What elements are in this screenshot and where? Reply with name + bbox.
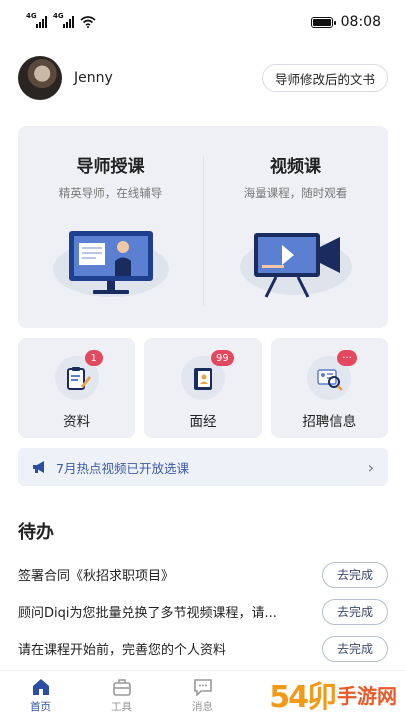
site-watermark: 54卯 手游网 bbox=[237, 672, 397, 716]
todo-text: 签署合同《秋招求职项目》 bbox=[18, 569, 175, 584]
message-icon bbox=[193, 678, 212, 696]
list-item[interactable]: 签署合同《秋招求职项目》 去完成 bbox=[18, 556, 388, 593]
toolbox-icon bbox=[112, 678, 131, 696]
network-type-label: 4G bbox=[26, 12, 37, 20]
list-item[interactable]: 顾问Diqi为您批量兑换了多节视频课程，请... 去完成 bbox=[18, 593, 388, 630]
materials-badge: 1 bbox=[84, 350, 103, 366]
clipboard-pencil-icon: 1 bbox=[54, 350, 103, 400]
tab-home[interactable]: 首页 bbox=[0, 671, 81, 720]
complete-button[interactable]: 去完成 bbox=[322, 561, 388, 588]
tab-messages[interactable]: 消息 bbox=[162, 671, 243, 720]
tab-tools[interactable]: 工具 bbox=[81, 671, 162, 720]
video-camera-illustration bbox=[239, 233, 352, 298]
todo-text: 顾问Diqi为您批量兑换了多节视频课程，请... bbox=[18, 606, 277, 621]
job-postings-card[interactable]: ··· 招聘信息 bbox=[270, 338, 388, 438]
mentor-course-subtitle: 精英导师，在线辅导 bbox=[58, 186, 163, 200]
todo-text: 请在课程开始前，完善您的个人资料 bbox=[18, 643, 227, 658]
video-course-entry[interactable]: 视频课 海量课程，随时观看 bbox=[203, 126, 388, 328]
revised-documents-button[interactable]: 导师修改后的文书 bbox=[261, 64, 388, 92]
tab-messages-label: 消息 bbox=[192, 700, 213, 713]
announcement-bar[interactable]: 7月热点视频已开放选课 › bbox=[18, 448, 388, 486]
interview-experience-card[interactable]: 99 面经 bbox=[144, 338, 262, 438]
battery-icon bbox=[310, 16, 336, 28]
mentor-monitor-illustration bbox=[52, 231, 169, 297]
clock: 08:08 bbox=[340, 14, 381, 30]
home-icon bbox=[32, 678, 49, 695]
materials-card[interactable]: 1 资料 bbox=[18, 338, 136, 438]
wifi-icon bbox=[80, 16, 96, 28]
feature-cards: 1 资料 99 面经 ··· 招聘信息 bbox=[18, 338, 388, 438]
materials-label: 资料 bbox=[63, 414, 91, 430]
resume-search-icon: ··· bbox=[307, 350, 357, 400]
tab-home-label: 首页 bbox=[30, 700, 51, 713]
announcement-text: 7月热点视频已开放选课 bbox=[56, 460, 189, 476]
tab-tools-label: 工具 bbox=[111, 700, 132, 713]
hero-panel: 导师授课 精英导师，在线辅导 视频课 海量课程，随时观看 bbox=[18, 126, 388, 328]
complete-button[interactable]: 去完成 bbox=[322, 635, 388, 662]
username: Jenny bbox=[74, 70, 113, 86]
status-bar: 4G 4G 08:08 bbox=[0, 0, 405, 44]
watermark-logo-text: 54卯 bbox=[269, 680, 337, 715]
signal-icon: 4G bbox=[26, 12, 47, 28]
job-postings-label: 招聘信息 bbox=[302, 414, 357, 430]
signal-icon: 4G bbox=[53, 12, 74, 28]
job-postings-badge: ··· bbox=[337, 350, 357, 366]
watermark-site-name: 手游网 bbox=[337, 683, 397, 708]
network-type-label: 4G bbox=[53, 12, 64, 20]
signal-indicators: 4G 4G bbox=[26, 12, 96, 28]
megaphone-icon bbox=[33, 461, 44, 473]
profile-header: Jenny 导师修改后的文书 bbox=[18, 55, 388, 101]
avatar[interactable] bbox=[18, 56, 62, 100]
chevron-right-icon: › bbox=[367, 457, 374, 477]
video-course-title: 视频课 bbox=[270, 157, 321, 177]
interview-experience-badge: 99 bbox=[210, 350, 234, 366]
interview-experience-label: 面经 bbox=[189, 414, 217, 430]
mentor-course-title: 导师授课 bbox=[76, 157, 145, 177]
complete-button[interactable]: 去完成 bbox=[322, 598, 388, 625]
list-item[interactable]: 请在课程开始前，完善您的个人资料 去完成 bbox=[18, 630, 388, 667]
mentor-course-entry[interactable]: 导师授课 精英导师，在线辅导 bbox=[18, 126, 203, 328]
video-course-subtitle: 海量课程，随时观看 bbox=[243, 186, 348, 200]
book-icon: 99 bbox=[180, 350, 234, 400]
todo-section-title: 待办 bbox=[18, 522, 54, 543]
todo-list: 签署合同《秋招求职项目》 去完成 顾问Diqi为您批量兑换了多节视频课程，请..… bbox=[18, 556, 388, 667]
